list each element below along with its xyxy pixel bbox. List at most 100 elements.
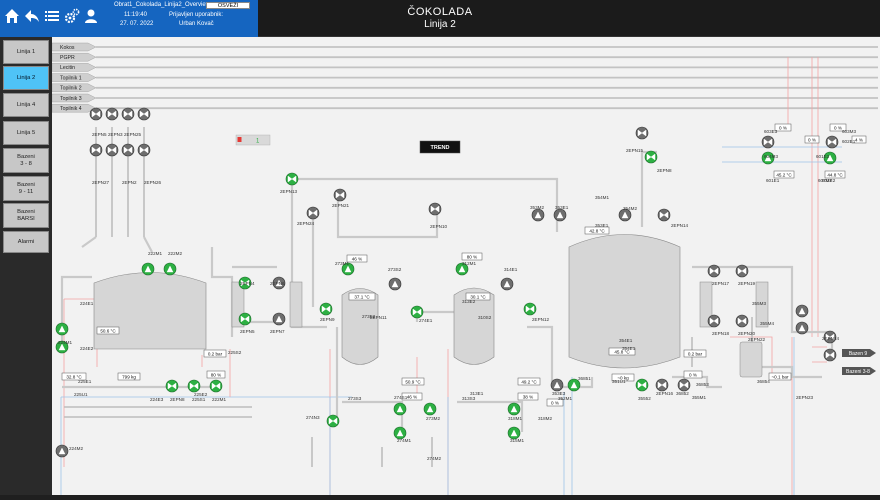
valve-icon[interactable]: [644, 150, 658, 164]
motor-icon[interactable]: [795, 304, 809, 318]
motor-icon[interactable]: [393, 402, 407, 416]
destination-bazeni-3-8[interactable]: Bazeni 3-8: [842, 367, 876, 375]
motor-icon[interactable]: [423, 402, 437, 416]
tag-label: 318M2: [538, 416, 552, 421]
tag-label: 354M1: [595, 195, 609, 200]
valve-icon[interactable]: [137, 107, 151, 121]
motor-icon[interactable]: [531, 208, 545, 222]
valve-icon[interactable]: [89, 143, 103, 157]
supply-label: Topilnik 4: [60, 106, 82, 112]
pump-icon[interactable]: [655, 378, 669, 392]
tag-label: 2EPN4: [240, 281, 255, 286]
sidebar-item-8[interactable]: Alarmi: [3, 231, 49, 253]
tag-label: 222M1: [212, 397, 226, 402]
valve-icon[interactable]: [306, 206, 320, 220]
pump-icon[interactable]: [319, 302, 333, 316]
sidebar-item-6[interactable]: Bazeni 9 - 11: [3, 176, 49, 201]
pump-icon[interactable]: [238, 312, 252, 326]
pump-icon[interactable]: [285, 172, 299, 186]
supply-label: Topilnik 2: [60, 86, 82, 92]
tag-label: 2EPN20: [738, 331, 756, 336]
tag-label: 222M2: [168, 251, 182, 256]
destination-bazen-9[interactable]: Bazen 9: [842, 349, 876, 357]
sidebar-item-7[interactable]: Bazeni BARSI: [3, 203, 49, 228]
value-text: ~0.1 bar: [772, 374, 789, 379]
tag-label: 354E1: [619, 338, 633, 343]
tag-label: 36852: [676, 391, 689, 396]
sidebar-item-2[interactable]: Linija 2: [3, 66, 49, 90]
valve-icon[interactable]: [523, 302, 537, 316]
pump-icon[interactable]: [187, 379, 201, 393]
sidebar-item-5[interactable]: Bazeni 3 - 8: [3, 148, 49, 173]
valve-icon[interactable]: [89, 107, 103, 121]
pump-icon[interactable]: [333, 188, 347, 202]
motor-icon[interactable]: [507, 402, 521, 416]
value-text: 0 %: [808, 137, 816, 142]
tag-label: 273S3: [348, 396, 362, 401]
trend-button[interactable]: TREND: [419, 140, 461, 154]
valve-icon[interactable]: [635, 126, 649, 140]
valve-icon[interactable]: [761, 135, 775, 149]
valve-icon[interactable]: [121, 143, 135, 157]
value-box: 80 %: [206, 370, 226, 379]
sidebar-item-1[interactable]: Linija 1: [3, 40, 49, 64]
tag-label: 2EPN3: [108, 132, 123, 137]
motor-icon[interactable]: [141, 262, 155, 276]
pump-icon[interactable]: [677, 378, 691, 392]
valve-icon[interactable]: [326, 414, 340, 428]
pump-icon[interactable]: [165, 379, 179, 393]
valve-icon[interactable]: [121, 107, 135, 121]
tag-label: 315M1: [510, 438, 524, 443]
pump-icon[interactable]: [823, 348, 837, 362]
value-box: 46 %: [346, 254, 368, 263]
sidebar-item-3[interactable]: Linija 4: [3, 93, 49, 117]
valve-icon[interactable]: [428, 202, 442, 216]
motor-icon[interactable]: [500, 277, 514, 291]
motor-icon[interactable]: [55, 444, 69, 458]
motor-icon[interactable]: [163, 262, 177, 276]
tag-label: 2EPN22: [748, 337, 766, 342]
motor-icon[interactable]: [795, 321, 809, 335]
destination-label: Bazen 9: [849, 351, 868, 357]
motor-icon[interactable]: [553, 208, 567, 222]
sidebar-item-4[interactable]: Linija 5: [3, 121, 49, 145]
tag-label: 2EPN8: [657, 168, 672, 173]
motor-icon[interactable]: [550, 378, 564, 392]
pump-icon[interactable]: [209, 379, 223, 393]
pump-icon[interactable]: [735, 264, 749, 278]
motor-icon[interactable]: [388, 277, 402, 291]
tag-label: 35552: [638, 396, 651, 401]
supply-lines: Kokos PGPR Lecitin Topilnik 1 Topilnik 2 Topi…: [51, 42, 878, 113]
valve-icon[interactable]: [657, 208, 671, 222]
tag-label: 355M1: [692, 395, 706, 400]
tag-label: 602E1: [842, 139, 856, 144]
motor-icon[interactable]: [272, 312, 286, 326]
value-box: 0 %: [804, 135, 820, 144]
page-subtitle: Linija 2: [424, 19, 456, 30]
valve-icon[interactable]: [137, 143, 151, 157]
supply-label: Kokos: [60, 45, 75, 51]
motor-icon[interactable]: [55, 322, 69, 336]
tag-label: 225S1: [192, 397, 206, 402]
tag-label: 224E3: [150, 397, 164, 402]
tag-label: 225E2: [194, 392, 208, 397]
pump-icon[interactable]: [707, 264, 721, 278]
tag-label: 273S2: [388, 267, 402, 272]
value-text: 0.2 bar: [688, 351, 703, 356]
alarm-indicator[interactable]: 1: [235, 134, 271, 146]
pump-icon[interactable]: [707, 314, 721, 328]
destination-label: Bazeni 3-8: [846, 369, 870, 375]
pump-icon[interactable]: [635, 378, 649, 392]
page-title: ČOKOLADA: [407, 6, 473, 18]
tag-label: 222M1: [148, 251, 162, 256]
tag-label: 352M1: [558, 396, 572, 401]
value-text: 799 kg: [122, 374, 136, 379]
pump-icon[interactable]: [735, 314, 749, 328]
valve-icon[interactable]: [105, 143, 119, 157]
tag-label: 310S2: [478, 315, 492, 320]
value-text: 49.2 °C: [521, 379, 537, 384]
valve-icon[interactable]: [105, 107, 119, 121]
valve-icon[interactable]: [410, 305, 424, 319]
tag-label: 224E1: [80, 301, 94, 306]
valve-icon[interactable]: [825, 135, 839, 149]
